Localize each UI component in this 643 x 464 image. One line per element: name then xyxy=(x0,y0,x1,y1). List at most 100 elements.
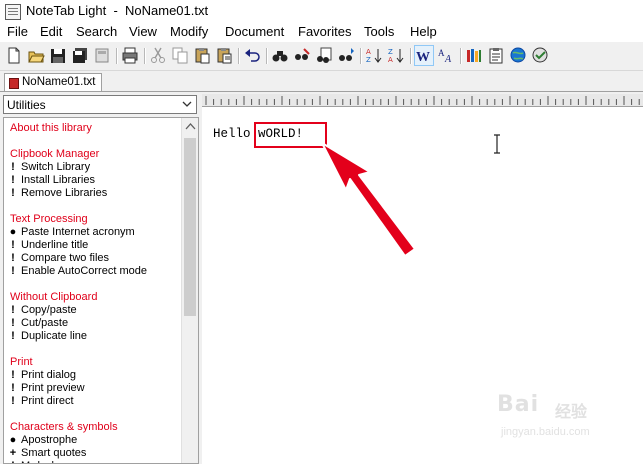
cut-icon[interactable] xyxy=(149,46,167,65)
svg-text:A: A xyxy=(366,48,371,56)
clipbook-heading[interactable]: Characters & symbols xyxy=(10,421,118,434)
clipbook-item[interactable]: ! Cut/paste xyxy=(11,317,68,330)
svg-text:A: A xyxy=(388,56,393,64)
close-doc-icon[interactable] xyxy=(93,46,111,65)
undo-icon[interactable] xyxy=(243,46,261,65)
tab-noname01[interactable]: NoName01.txt xyxy=(4,73,102,92)
sort-za-icon[interactable]: ZA xyxy=(387,46,405,65)
menu-edit[interactable]: Edit xyxy=(40,24,62,39)
clipbook-item[interactable]: ! Install Libraries xyxy=(11,174,95,187)
clipbook-item[interactable]: !M-dash xyxy=(11,460,58,463)
text-file-icon xyxy=(9,78,19,89)
toolbar-separator xyxy=(238,48,240,64)
clipbook-item[interactable]: ! Print dialog xyxy=(11,369,77,382)
clipbook-item[interactable]: ● Apostrophe xyxy=(10,434,78,447)
clipbook-item-label: Print dialog xyxy=(21,369,77,381)
svg-text:Z: Z xyxy=(366,56,371,64)
menu-help[interactable]: Help xyxy=(410,24,437,39)
clipbook-item-label: Enable AutoCorrect mode xyxy=(21,265,147,277)
library-selector[interactable]: Utilities xyxy=(3,95,197,114)
clipbook-item[interactable]: + Smart quotes xyxy=(10,447,87,460)
watermark-brand: Bai xyxy=(497,392,540,417)
clipbook-panel: About this library Clipbook Manager! Switc… xyxy=(3,117,199,464)
menu-favorites[interactable]: Favorites xyxy=(298,24,351,39)
bullet-exclaim-icon: ! xyxy=(11,304,15,316)
clipbook-item-label: Apostrophe xyxy=(21,434,78,446)
notetab-app-icon[interactable] xyxy=(5,4,21,20)
menu-file[interactable]: File xyxy=(7,24,28,39)
library-selected-value: Utilities xyxy=(7,98,46,112)
bullet-exclaim-icon: ! xyxy=(11,187,15,199)
paste-icon[interactable] xyxy=(193,46,211,65)
ruler-ticks xyxy=(205,96,640,105)
toolbar-separator xyxy=(144,48,146,64)
clipbook-item[interactable]: ! Duplicate line xyxy=(11,330,87,343)
clipbook-heading[interactable]: Without Clipboard xyxy=(10,291,97,304)
scroll-thumb[interactable] xyxy=(184,138,196,316)
replace-icon[interactable] xyxy=(293,46,311,65)
clipbook-item-label: Print direct xyxy=(21,395,74,407)
clipbook-item-label: Compare two files xyxy=(21,252,110,264)
clipbook-heading[interactable]: Print xyxy=(10,356,33,369)
clipbook-item[interactable]: ● Paste Internet acronym xyxy=(10,226,135,239)
svg-text:W: W xyxy=(416,50,430,65)
bullet-exclaim-icon: ! xyxy=(11,317,15,329)
font-icon[interactable]: AA xyxy=(437,46,455,65)
clipbook-item[interactable]: ! Print direct xyxy=(11,395,74,408)
toolbar-separator xyxy=(360,48,362,64)
svg-text:A: A xyxy=(438,48,445,58)
clipbook-heading[interactable]: Text Processing xyxy=(10,213,88,226)
tab-divider xyxy=(0,91,643,92)
word-wrap-icon[interactable]: W xyxy=(414,45,434,66)
clipbook-item-label: Install Libraries xyxy=(21,174,95,186)
svg-text:Z: Z xyxy=(388,48,393,56)
clipbook-item-label: Smart quotes xyxy=(21,447,87,459)
svg-text:A: A xyxy=(444,54,452,65)
menu-document[interactable]: Document xyxy=(225,24,284,39)
menu-search[interactable]: Search xyxy=(76,24,117,39)
clipbook-item-label: Remove Libraries xyxy=(21,187,108,199)
save-icon[interactable] xyxy=(49,46,67,65)
spellcheck-icon[interactable] xyxy=(531,46,549,65)
clipbook-item[interactable]: ! Copy/paste xyxy=(11,304,77,317)
sort-az-icon[interactable]: AZ xyxy=(365,46,383,65)
save-all-icon[interactable] xyxy=(71,46,89,65)
bullet-exclaim-icon: ! xyxy=(11,174,15,186)
open-folder-icon[interactable] xyxy=(27,46,45,65)
print-icon[interactable] xyxy=(121,46,139,65)
find-in-files-icon[interactable] xyxy=(315,46,333,65)
window-title: NoteTab Light - NoName01.txt xyxy=(26,3,209,18)
bullet-exclaim-icon: ! xyxy=(11,369,15,381)
menu-view[interactable]: View xyxy=(129,24,157,39)
bullet-exclaim-icon: ! xyxy=(11,395,15,407)
web-browser-icon[interactable] xyxy=(509,46,527,65)
clipbook-scrollbar[interactable] xyxy=(181,118,199,463)
bullet-exclaim-icon: ! xyxy=(11,161,15,173)
menu-tools[interactable]: Tools xyxy=(364,24,394,39)
find-icon[interactable] xyxy=(271,46,289,65)
new-file-icon[interactable] xyxy=(5,46,23,65)
clipbook-item-label: M-dash xyxy=(21,460,58,463)
scroll-up-icon[interactable] xyxy=(182,118,199,135)
bullet-exclaim-icon: ! xyxy=(11,265,15,277)
library-icon[interactable] xyxy=(465,46,483,65)
clipbook-item[interactable]: ! Switch Library xyxy=(11,161,90,174)
paste-special-icon[interactable] xyxy=(215,46,233,65)
clipbook-heading[interactable]: Clipbook Manager xyxy=(10,148,99,161)
clipboard-icon[interactable] xyxy=(487,46,505,65)
toolbar-separator xyxy=(266,48,268,64)
clipbook-item[interactable]: ! Underline title xyxy=(11,239,88,252)
menu-modify[interactable]: Modify xyxy=(170,24,208,39)
bullet-exclaim-icon: ! xyxy=(8,460,18,463)
clipbook-item[interactable]: ! Print preview xyxy=(11,382,85,395)
bullet-dot-icon: ● xyxy=(9,434,17,446)
clipbook-item[interactable]: ! Enable AutoCorrect mode xyxy=(11,265,147,278)
clipbook-item-label: Print preview xyxy=(21,382,85,394)
clipbook-heading[interactable]: About this library xyxy=(10,122,92,135)
clipbook-item[interactable]: ! Remove Libraries xyxy=(11,187,108,200)
toolbar: AZ ZA W AA xyxy=(0,42,643,71)
chevron-down-icon xyxy=(182,101,192,107)
copy-icon[interactable] xyxy=(171,46,189,65)
clipbook-item[interactable]: ! Compare two files xyxy=(11,252,110,265)
find-next-icon[interactable] xyxy=(337,46,355,65)
